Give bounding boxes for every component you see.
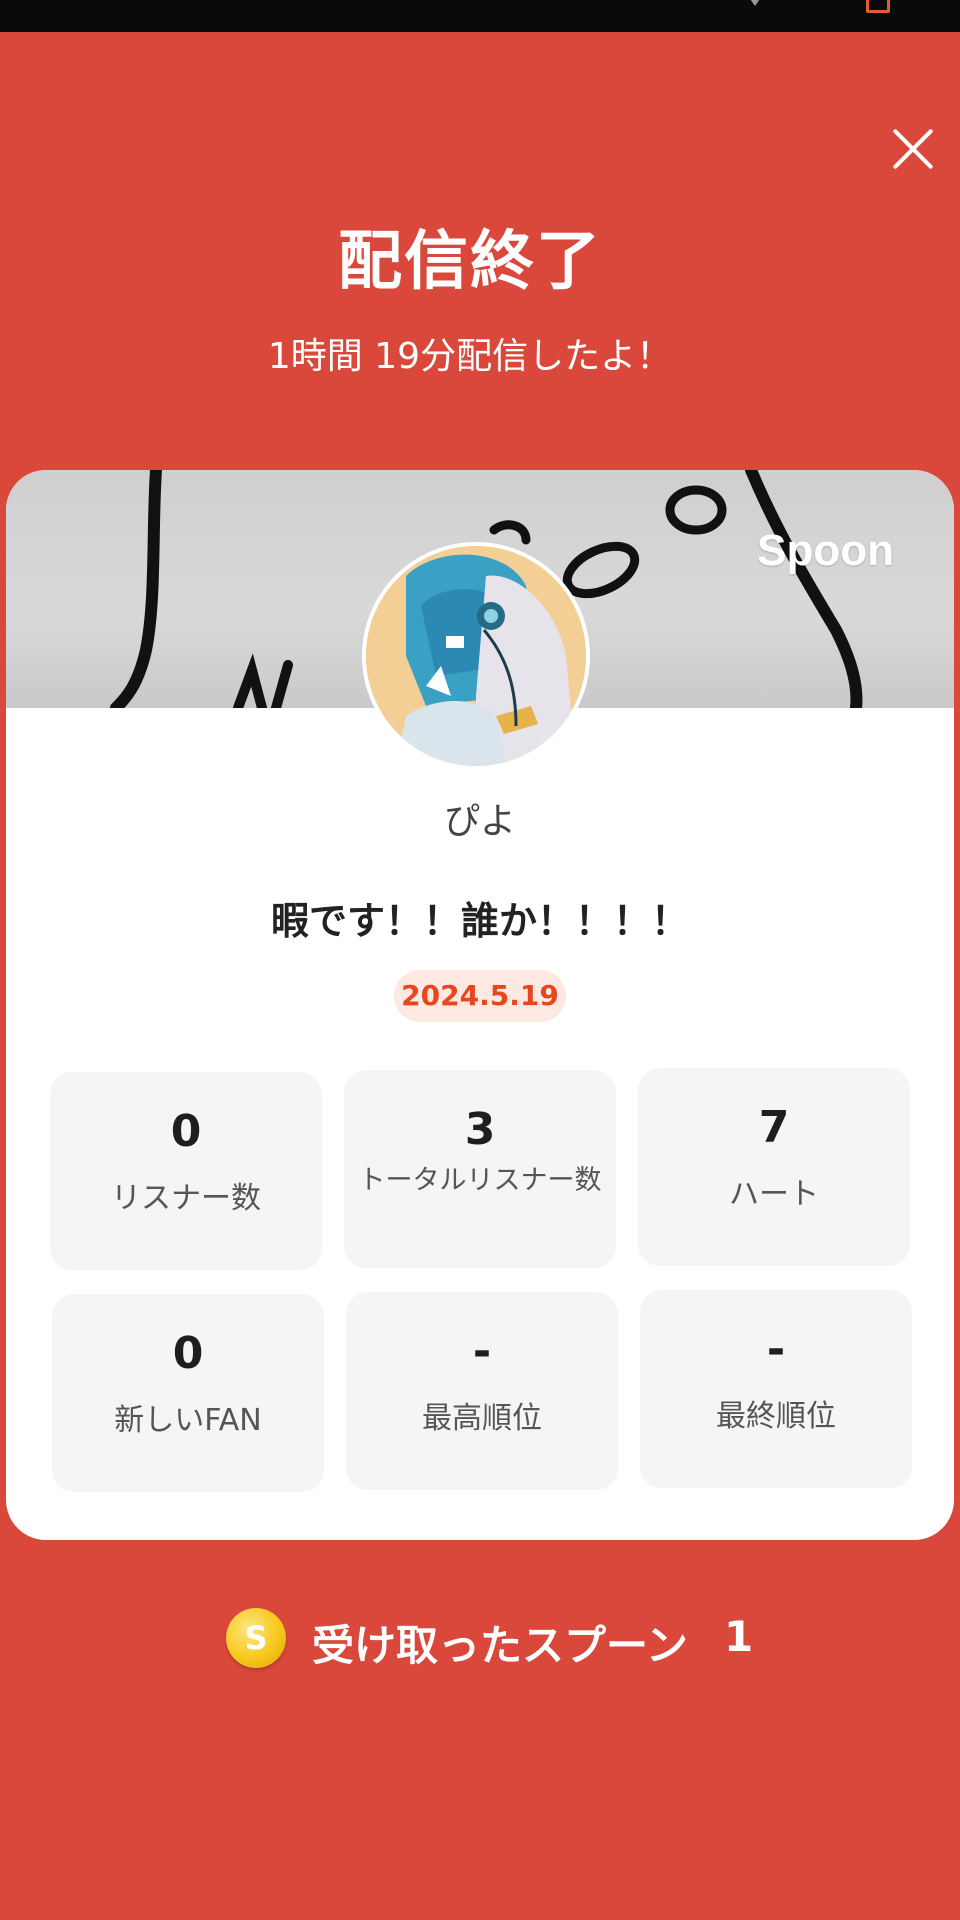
stat-tile-hearts: 7 ハート [638, 1068, 910, 1266]
broadcast-duration: 1時間 19分配信したよ！ [267, 336, 673, 377]
avatar [362, 542, 590, 770]
page-title: 配信終了 [338, 225, 602, 299]
spoons-count: 1 [724, 1612, 754, 1661]
coin-icon: S [226, 1608, 286, 1668]
live-summary-card: Spoon ぴよ 暇です！！誰か！！！！ 2024.5.19 0 リスナー数 3… [6, 470, 954, 1540]
stat-value: 3 [464, 1104, 496, 1155]
live-ended-screen: 配信終了 1時間 19分配信したよ！ Spoon ぴよ 暇です！！誰か！！！！ … [0, 32, 960, 1920]
avatar-illustration [366, 546, 586, 766]
stat-value: - [766, 1324, 786, 1375]
stat-label: 最終順位 [716, 1399, 836, 1434]
spoons-received: S 受け取ったスプーン 1 [220, 1604, 780, 1674]
stat-label: トータルリスナー数 [358, 1165, 602, 1196]
stat-label: リスナー数 [111, 1181, 261, 1216]
stat-label: 最高順位 [422, 1401, 542, 1436]
stat-label: 新しいFAN [114, 1403, 262, 1438]
date-badge: 2024.5.19 [394, 970, 566, 1022]
close-icon[interactable] [882, 118, 944, 180]
stat-value: 7 [758, 1102, 790, 1153]
status-bar [0, 0, 960, 32]
stat-tile-new-fans: 0 新しいFAN [52, 1294, 324, 1492]
battery-icon [866, 0, 890, 13]
spoons-label: 受け取ったスプーン [312, 1621, 688, 1670]
spoon-logo: Spoon [757, 526, 894, 575]
stat-tile-total-listeners: 3 トータルリスナー数 [344, 1070, 616, 1268]
stat-value: - [472, 1326, 492, 1377]
stat-value: 0 [172, 1328, 204, 1379]
stat-value: 0 [170, 1106, 202, 1157]
live-title: 暇です！！誰か！！！！ [270, 899, 689, 943]
stat-tile-highest-rank: - 最高順位 [346, 1292, 618, 1490]
username: ぴよ [443, 801, 516, 842]
stat-label: ハート [729, 1177, 819, 1212]
stat-tile-listeners: 0 リスナー数 [50, 1072, 322, 1270]
stat-tile-final-rank: - 最終順位 [640, 1290, 912, 1488]
signal-icon [748, 0, 762, 6]
